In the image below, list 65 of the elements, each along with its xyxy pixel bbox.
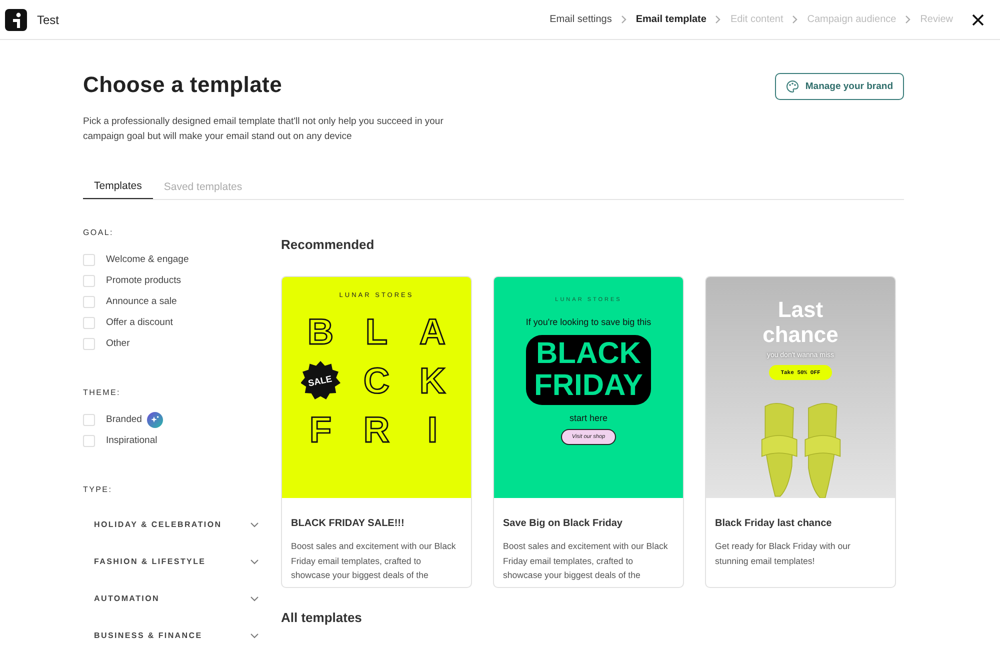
section-heading: All templates: [281, 610, 363, 625]
card-description: Boost sales and excitement with our Black Friday email templates, crafted to showcase your biggest deals of the: [291, 540, 457, 582]
page-description: Pick a professionally designed email template that'll not only help you succeed in your campaign goal but will make your email stand out on any device: [83, 115, 444, 144]
step-link[interactable]: Email template: [636, 14, 706, 25]
palette-icon: [786, 80, 800, 93]
outline-letter: F: [310, 411, 332, 449]
chevron-right-icon: [792, 15, 798, 24]
option-label[interactable]: Promote products: [106, 275, 181, 286]
outline-letter: I: [427, 411, 438, 449]
checkbox[interactable]: [83, 274, 95, 286]
step-link: Campaign audience: [807, 14, 896, 25]
chevron-right-icon: [715, 15, 722, 24]
filter-heading: TYPE:: [83, 485, 114, 494]
preview-text: start here: [569, 413, 608, 423]
filter-heading: GOAL:: [83, 228, 114, 237]
sale-badge: SALE: [300, 361, 340, 401]
section-heading: Recommended: [281, 237, 376, 252]
step-link: Edit content: [730, 14, 784, 25]
filter-heading: THEME:: [83, 388, 122, 397]
step-link: Review: [920, 14, 953, 25]
chevron-icon: [250, 596, 259, 602]
page-title: Choose a template: [83, 72, 284, 98]
category-accordion[interactable]: BUSINESS & FINANCE: [83, 617, 259, 654]
chevron-icon: [250, 522, 259, 528]
tab[interactable]: Templates: [83, 180, 153, 199]
checkbox[interactable]: [83, 338, 95, 350]
card-title: BLACK FRIDAY SALE!!!: [291, 518, 406, 529]
close-button[interactable]: [970, 12, 986, 28]
option-label[interactable]: Offer a discount: [106, 317, 173, 328]
option-label[interactable]: Branded: [106, 414, 142, 425]
outline-letter: R: [364, 411, 390, 449]
checkbox[interactable]: [83, 296, 95, 308]
card-description: Boost sales and excitement with our Black Friday email templates, crafted to showcase your biggest deals of the: [503, 540, 669, 582]
outline-letter: B: [308, 313, 334, 351]
chevron-icon: [250, 558, 259, 564]
headline-block: BLACK FRIDAY: [526, 335, 651, 405]
checkbox[interactable]: [83, 434, 95, 446]
close-icon: [972, 14, 984, 26]
card-description: Get ready for Black Friday with our stunning email templates!: [715, 540, 852, 568]
outline-letter: K: [420, 362, 446, 400]
option-label[interactable]: Inspirational: [106, 435, 158, 446]
template-card[interactable]: [493, 276, 684, 588]
outline-letter: A: [420, 313, 446, 351]
preview-text: If you're looking to save big this: [526, 317, 652, 327]
option-label[interactable]: Welcome & engage: [106, 254, 189, 265]
app-name: Test: [37, 12, 60, 26]
card-title: Save Big on Black Friday: [503, 518, 624, 529]
option-label[interactable]: Announce a sale: [106, 296, 177, 307]
category-accordion[interactable]: FASHION & LIFESTYLE: [83, 543, 259, 580]
preview-headline: Last chance: [762, 297, 838, 347]
checkbox[interactable]: [83, 254, 95, 266]
option-label[interactable]: Other: [106, 338, 130, 349]
category-accordion[interactable]: HOLIDAY & CELEBRATION: [83, 506, 259, 543]
outline-letter: L: [366, 313, 388, 351]
checkbox[interactable]: [83, 414, 95, 426]
outline-letter: C: [364, 362, 390, 400]
card-title: Black Friday last chance: [715, 518, 833, 529]
step-link[interactable]: Email settings: [550, 14, 612, 25]
chevron-right-icon: [620, 15, 627, 24]
chevron-right-icon: [905, 15, 912, 24]
manage-brand-button[interactable]: Manage your brand: [775, 73, 904, 100]
checkbox[interactable]: [83, 316, 95, 328]
chevron-icon: [250, 632, 259, 638]
logo-icon: [5, 8, 27, 30]
category-accordion[interactable]: AUTOMATION: [83, 580, 259, 617]
